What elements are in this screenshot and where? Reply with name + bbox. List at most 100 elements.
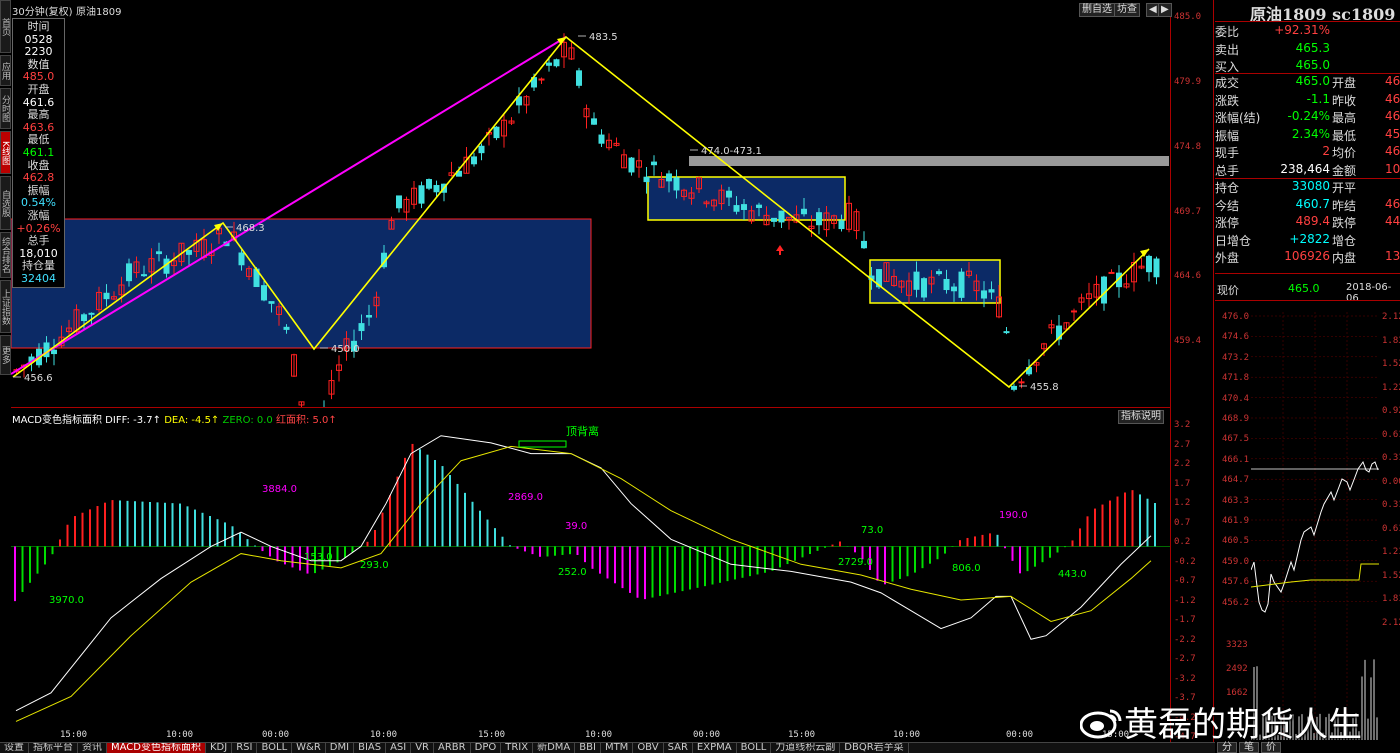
indicator-tab[interactable]: DBQR岩芋菜 — [840, 743, 909, 753]
candle — [426, 179, 432, 189]
quote-label: 卖出 — [1215, 42, 1240, 57]
mini-price-tick: 456.2 — [1222, 597, 1250, 608]
quote-value: 465.3 — [1295, 40, 1330, 55]
candle — [268, 301, 275, 304]
quote-label: 委比 — [1215, 25, 1240, 39]
candle — [771, 217, 777, 222]
quote-label: 日增仓 — [1215, 233, 1252, 248]
delete-watchlist-button[interactable]: 删自选 — [1079, 3, 1115, 17]
quote-label: 增仓 — [1332, 233, 1357, 248]
indicator-explain-button[interactable]: 指标说明 — [1118, 410, 1164, 424]
indicator-tab[interactable]: SAR — [664, 743, 693, 753]
mini-pct-tick: 0.31 — [1382, 500, 1400, 510]
area-label: 2729.0 — [838, 557, 873, 568]
mini-pct-tick: 1.52 — [1382, 359, 1400, 369]
candle — [733, 205, 740, 212]
candle — [51, 349, 57, 355]
candle — [396, 195, 402, 209]
quote-row: 外盘 106926内盘 1319 — [1215, 249, 1400, 266]
cursor-info-box: 时间 0528 2230 数值 485.0 开盘 461.6 最高 463.6 最低 461.1 收盘… — [12, 18, 65, 289]
candle — [433, 185, 440, 193]
indicator-tab-bar: 设置 指标平台 资讯 MACD变色指标面积 KDJ RSI BOLL W&R DMI BIAS AS… — [0, 742, 1215, 753]
candle — [553, 59, 560, 67]
indicator-tab[interactable]: MACD变色指标面积 — [107, 743, 206, 753]
info-label: 开盘 — [27, 82, 50, 96]
left-tab[interactable]: 首页 — [0, 0, 11, 53]
macd-chart[interactable]: 顶背离 3970.0 3884.0 153.0 293.0 2869.0 39.0 252.0… — [11, 423, 1170, 731]
left-tab[interactable]: 应用 — [0, 55, 11, 86]
left-tab[interactable]: 上证指数 — [0, 280, 11, 333]
indicator-tab[interactable]: TRIX — [501, 743, 534, 753]
indicator-tab[interactable]: EXPMA — [693, 743, 737, 753]
quote-label: 最低 — [1332, 128, 1357, 143]
right-arrow-button[interactable]: ▶ — [1158, 3, 1172, 17]
info-label: 时间 — [27, 20, 50, 33]
quote-value: 1319 — [1385, 249, 1400, 263]
indicator-tab[interactable]: RSI — [232, 743, 258, 753]
left-tab[interactable]: 更多 — [0, 335, 11, 375]
indicator-tab[interactable]: BOLL — [257, 743, 293, 753]
left-tab[interactable]: 综合排名 — [0, 232, 11, 278]
area-label: 3970.0 — [49, 595, 84, 606]
indicator-tab[interactable]: DPO — [471, 743, 502, 753]
intraday-mini-chart[interactable] — [1251, 312, 1379, 740]
quote-label: 均价 — [1332, 146, 1357, 160]
candle — [546, 62, 552, 66]
indicator-tab[interactable]: DMI — [326, 743, 355, 753]
candle — [1003, 331, 1010, 334]
candle — [1146, 255, 1152, 273]
indicator-tab[interactable]: MTM — [601, 743, 634, 753]
quote-label: 最高 — [1332, 111, 1357, 125]
candlestick-chart[interactable]: 456.6 468.3 450.0 483.5 474.0-473.1 455.8 — [11, 17, 1170, 407]
query-button[interactable]: 坊查 — [1114, 3, 1140, 17]
indicator-tab[interactable]: 资讯 — [78, 743, 107, 753]
quote-value: 489.4 — [1295, 214, 1330, 228]
time-tick: 00:00 — [262, 730, 290, 740]
quote-value: 2.34% — [1291, 126, 1330, 141]
indicator-tab[interactable]: BBI — [575, 743, 601, 753]
dea-line — [15, 445, 1152, 722]
indicator-tab[interactable]: VR — [411, 743, 435, 753]
quote-row: 成交 465.0 开盘 46 — [1215, 74, 1400, 91]
candle — [418, 185, 425, 204]
quote-label: 昨结 — [1332, 198, 1357, 213]
indicator-tab[interactable]: 设置 — [0, 743, 29, 753]
price-tick: 459.4 — [1174, 336, 1202, 346]
candle — [1153, 258, 1160, 278]
macd-tick: -1.7 — [1174, 615, 1196, 625]
indicator-tab[interactable]: OBV — [633, 743, 664, 753]
quote-value: 465.0 — [1295, 58, 1330, 72]
macd-tick: -2.7 — [1174, 654, 1196, 664]
watermark-text: 黄磊的期货人生 — [1124, 705, 1362, 745]
left-tab[interactable]: K线图 — [0, 131, 11, 174]
indicator-tab[interactable]: BIAS — [354, 743, 387, 753]
quote-value: 238,464 — [1280, 161, 1330, 176]
quote-value: 46 — [1385, 91, 1400, 106]
indicator-tab[interactable]: ARBR — [434, 743, 471, 753]
left-tab[interactable]: 分时图 — [0, 88, 11, 129]
candle — [861, 240, 867, 249]
indicator-tab[interactable]: W&R — [292, 743, 326, 753]
volume-tick: 2492 — [1226, 664, 1248, 674]
area-label: 252.0 — [558, 567, 587, 578]
indicator-tab[interactable]: 力道线积云副 — [771, 743, 841, 753]
indicator-tab[interactable]: ASI — [386, 743, 412, 753]
quote-label: 涨跌 — [1215, 93, 1240, 108]
mini-pct-tick: 0.61 — [1382, 429, 1400, 440]
indicator-tab[interactable]: 指标平台 — [29, 743, 78, 753]
left-tab[interactable]: 自选股 — [0, 176, 11, 230]
macd-tick: 0.7 — [1174, 517, 1191, 528]
indicator-tab[interactable]: KDJ — [206, 743, 233, 753]
quote-label: 今结 — [1215, 198, 1240, 213]
time-tick: 15:00 — [788, 730, 816, 740]
mini-pct-tick: 0.61 — [1382, 523, 1400, 534]
mini-price-tick: 460.5 — [1222, 536, 1250, 547]
quote-label: 涨停 — [1215, 216, 1240, 230]
timeframe-label[interactable]: 30分钟(复权) — [12, 3, 73, 18]
info-label: 最高 — [27, 108, 50, 122]
candle — [1018, 381, 1025, 384]
info-label: 持仓量 — [22, 259, 55, 273]
mini-price-tick: 459.0 — [1222, 556, 1250, 567]
indicator-tab[interactable]: BOLL — [737, 743, 772, 753]
indicator-tab[interactable]: 新DMA — [533, 743, 576, 753]
